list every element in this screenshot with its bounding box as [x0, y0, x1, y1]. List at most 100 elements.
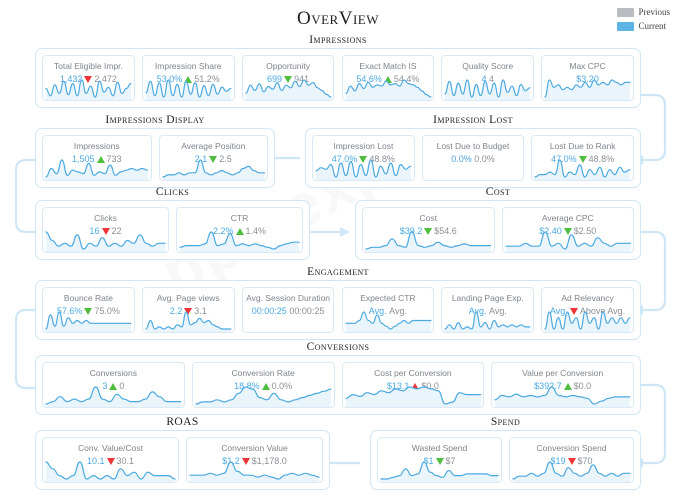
metric-card-avg-page-views[interactable]: Avg. Page views 2.2 3.1 — [141, 287, 235, 333]
metric-card-ctr[interactable]: CTR 2.2% 1.4% — [176, 207, 303, 253]
metric-label: Wasted Spend — [411, 443, 468, 453]
metric-card-lost-due-to-budget[interactable]: Lost Due to Budget 0.0% 0.0% — [421, 135, 525, 181]
sparkline — [45, 231, 166, 252]
metric-card-bounce-rate[interactable]: Bounce Rate 57.6% 75.0% — [42, 287, 135, 333]
metric-label: Opportunity — [266, 61, 311, 71]
sparkline — [245, 79, 332, 100]
metric-card-lost-due-to-rank[interactable]: Lost Due to Rank 47.0% 48.8% — [531, 135, 634, 181]
metric-label: Conversions — [89, 368, 137, 378]
sparkline — [504, 231, 631, 252]
metric-card-opportunity[interactable]: Opportunity 699 941 — [241, 55, 335, 101]
metric-label: Cost per Conversion — [374, 368, 452, 378]
group-title-spend: Spend — [490, 416, 521, 428]
metric-card-quality-score[interactable]: Quality Score 4 4 — [441, 55, 535, 101]
metric-card-total-eligible-impr[interactable]: Total Eligible Impr. 1,432 2,472 — [42, 55, 135, 101]
group-title-impressions-display: Impressions Display — [105, 114, 205, 126]
sparkline — [315, 159, 412, 180]
group-title-engagement: Engagement — [307, 266, 369, 278]
metric-values: 00:00:25 00:00:25 — [243, 306, 334, 317]
metric-card-max-cpc[interactable]: Max CPC $3.20 — [541, 55, 634, 101]
metric-label: CTR — [230, 213, 249, 223]
sparkline — [512, 461, 631, 482]
sparkline — [45, 386, 182, 407]
metric-label: Conv. Value/Cost — [78, 443, 143, 453]
metric-card-expected-ctr[interactable]: Expected CTR Avg. Avg. — [341, 287, 435, 333]
metric-label: Lost Due to Rank — [549, 141, 616, 151]
sparkline — [380, 461, 499, 482]
metric-label: Conversion Rate — [231, 368, 295, 378]
metric-card-conversion-spend[interactable]: Conversion Spend $19 $70 — [509, 437, 634, 483]
group-title-conversions: Conversions — [306, 341, 370, 353]
sparkline — [195, 386, 332, 407]
metric-label: Bounce Rate — [63, 293, 113, 303]
group-title-cost: Cost — [485, 186, 511, 198]
metric-label: Impression Lost — [333, 141, 394, 151]
sparkline — [45, 461, 176, 482]
sparkline — [544, 79, 631, 100]
sparkline — [365, 231, 492, 252]
sparkline — [444, 79, 531, 100]
sparkline — [161, 159, 265, 180]
sparkline — [179, 231, 300, 252]
metric-card-average-position[interactable]: Average Position 2.1 2.5 — [158, 135, 268, 181]
metric-label: Avg. Page views — [156, 293, 220, 303]
metric-card-landing-page-exp[interactable]: Landing Page Exp. Avg. Avg. — [441, 287, 535, 333]
metric-label: Expected CTR — [360, 293, 416, 303]
metric-card-clicks[interactable]: Clicks 16 22 — [42, 207, 169, 253]
metric-label: Cost — [419, 213, 437, 223]
metric-card-cost-per-conversion[interactable]: Cost per Conversion $13.1 $0.0 — [341, 362, 485, 408]
metric-label: Average Position — [181, 141, 246, 151]
sparkline — [45, 311, 132, 332]
metric-values: 0.0% 0.0% — [423, 154, 524, 165]
metric-card-conv-value-cost[interactable]: Conv. Value/Cost 10.1 30.1 — [42, 437, 179, 483]
sparkline — [189, 461, 320, 482]
metric-label: Total Eligible Impr. — [53, 61, 123, 71]
metric-label: Max CPC — [569, 61, 606, 71]
metric-label: Impressions — [73, 141, 120, 151]
metric-previous: 00:00:25 — [289, 306, 325, 316]
metric-card-value-per-conversion[interactable]: Value per Conversion $392.7 $0.0 — [491, 362, 634, 408]
sparkline — [534, 159, 631, 180]
metric-label: Lost Due to Budget — [436, 141, 510, 151]
sparkline — [344, 79, 431, 100]
group-title-clicks: Clicks — [155, 186, 190, 198]
metric-card-ad-relevancy[interactable]: Ad Relevancy Avg. Above Avg. — [541, 287, 634, 333]
group-title-impression-lost: Impression Lost — [433, 114, 513, 126]
metric-card-wasted-spend[interactable]: Wasted Spend $1 $7 — [377, 437, 502, 483]
sparkline — [145, 79, 232, 100]
metric-card-impression-share[interactable]: Impression Share 53.0% 51.2% — [141, 55, 235, 101]
sparkline — [494, 386, 631, 407]
metric-label: Impression Share — [154, 61, 222, 71]
group-title-impressions: Impressions — [309, 34, 367, 46]
metric-label: Average CPC — [541, 213, 594, 223]
metric-current: 0.0% — [451, 154, 472, 164]
metric-label: Exact Match IS — [359, 61, 417, 71]
metric-label: Avg. Session Duration — [246, 293, 331, 303]
metric-label: Landing Page Exp. — [451, 293, 524, 303]
metric-card-impressions[interactable]: Impressions 1,505 733 — [42, 135, 152, 181]
metric-card-conversion-value[interactable]: Conversion Value $1.2 $1,178.0 — [186, 437, 323, 483]
sparkline — [45, 79, 132, 100]
metric-current: 00:00:25 — [251, 306, 287, 316]
metric-card-cost[interactable]: Cost $39.2 $54.6 — [362, 207, 495, 253]
metric-label: Conversion Spend — [536, 443, 607, 453]
metric-label: Value per Conversion — [522, 368, 604, 378]
metric-previous: 0.0% — [474, 154, 495, 164]
sparkline — [344, 311, 431, 332]
metric-card-exact-match-is[interactable]: Exact Match IS 54.6% 54.4% — [341, 55, 435, 101]
sparkline — [344, 386, 481, 407]
metric-card-impression-lost[interactable]: Impression Lost 47.0% 48.8% — [312, 135, 415, 181]
sparkline — [145, 311, 232, 332]
metric-label: Conversion Value — [221, 443, 288, 453]
sparkline — [444, 311, 531, 332]
metric-card-conversions[interactable]: Conversions 3 0 — [42, 362, 185, 408]
sparkline — [544, 311, 631, 332]
metric-label: Ad Relevancy — [561, 293, 614, 303]
metric-card-average-cpc[interactable]: Average CPC $2.40 $2.50 — [501, 207, 634, 253]
metric-card-conversion-rate[interactable]: Conversion Rate 18.8% 0.0% — [191, 362, 335, 408]
group-title-roas: ROAS — [166, 416, 199, 428]
metric-label: Clicks — [94, 213, 117, 223]
sparkline — [45, 159, 149, 180]
metric-card-avg-session-duration[interactable]: Avg. Session Duration 00:00:25 00:00:25 — [241, 287, 335, 333]
metric-label: Quality Score — [462, 61, 514, 71]
